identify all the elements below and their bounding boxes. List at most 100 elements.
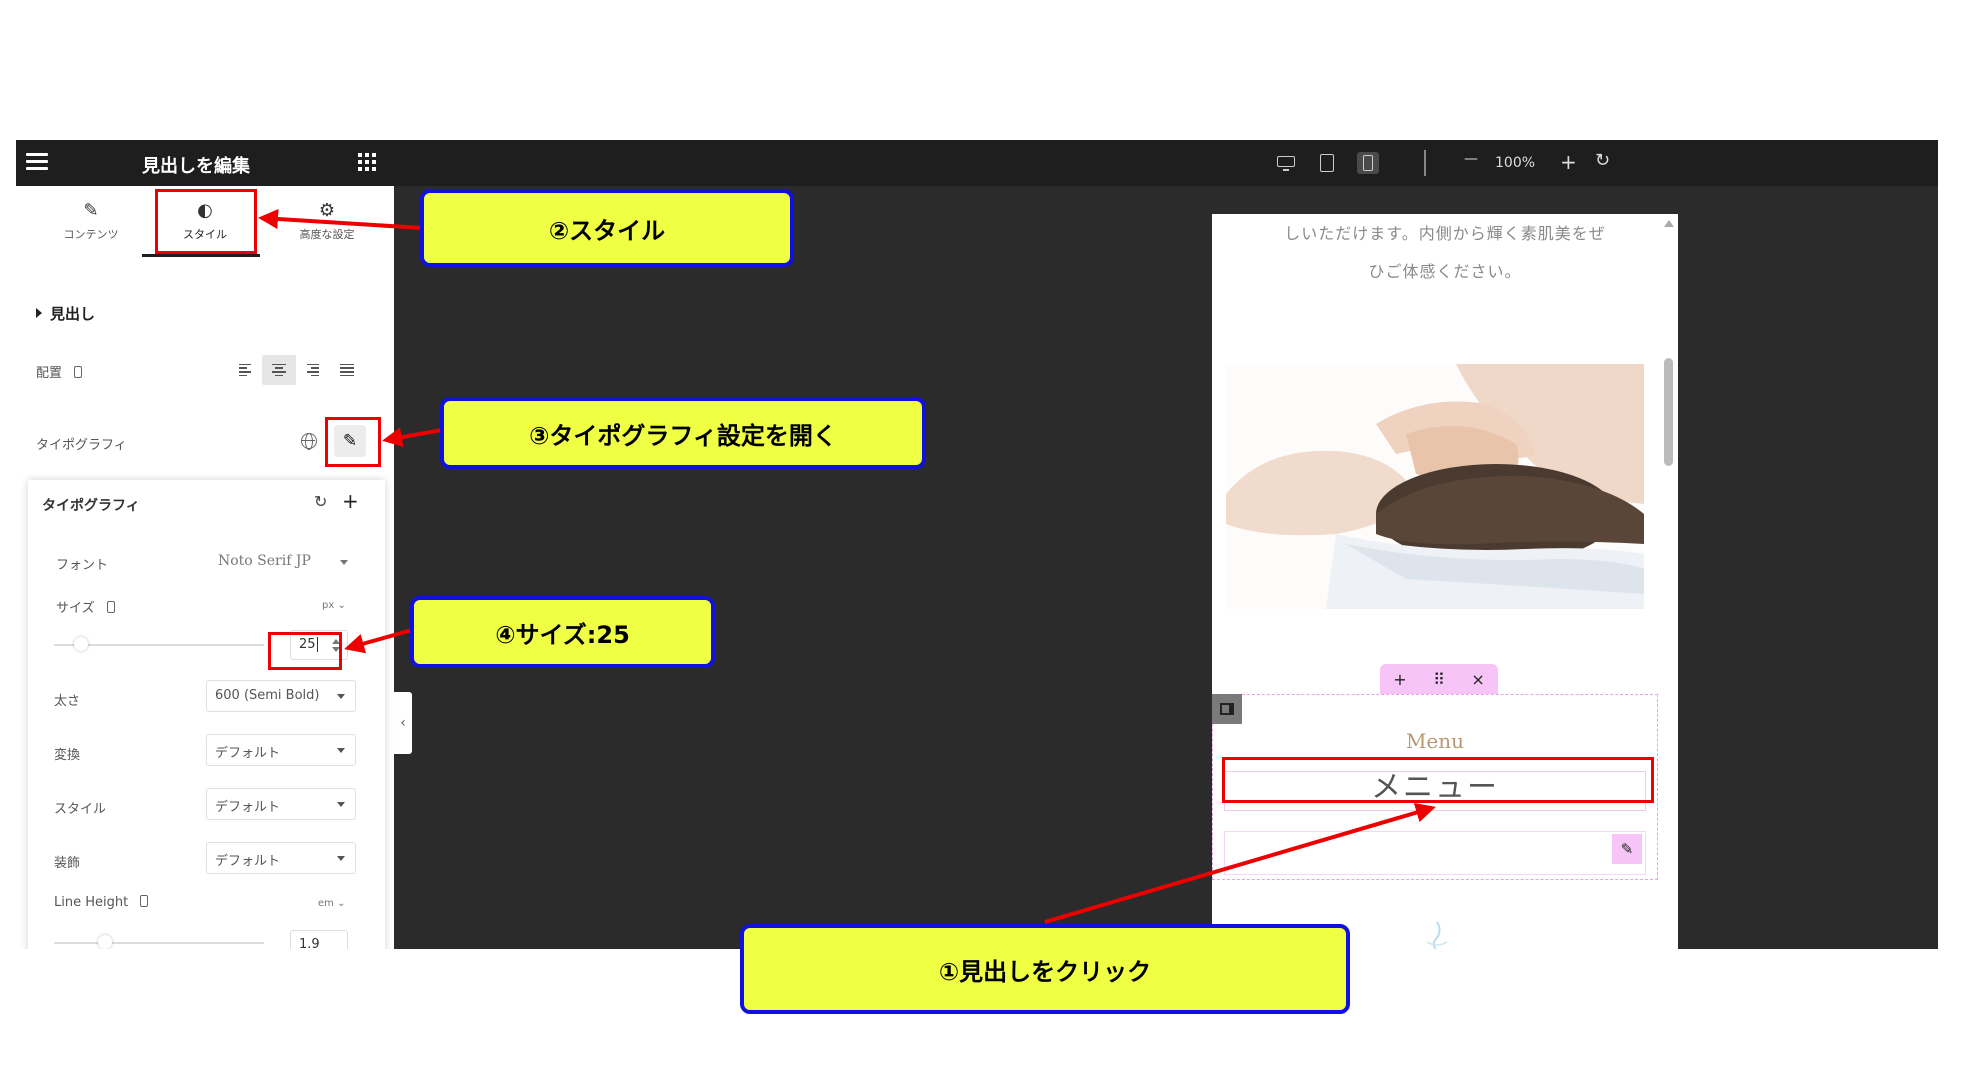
chevron-down-icon xyxy=(337,748,345,753)
size-unit-label: px xyxy=(322,600,335,611)
body-text-line-2: ひご体感ください。 xyxy=(1368,262,1522,281)
pencil-icon: ✎ xyxy=(83,200,99,221)
size-label: サイズ xyxy=(56,601,95,616)
preview-scrollbar[interactable] xyxy=(1664,358,1673,466)
desktop-view-button[interactable] xyxy=(1275,152,1297,174)
line-height-unit-label: em xyxy=(318,898,334,909)
decoration-label: 装飾 xyxy=(54,856,81,871)
body-text-line-1: しいただけます。内側から輝く素肌美をぜ xyxy=(1284,224,1606,243)
highlight-style-tab xyxy=(155,189,257,254)
decoration-value: デフォルト xyxy=(215,854,281,869)
line-height-slider-handle[interactable] xyxy=(98,935,112,949)
align-right-button[interactable] xyxy=(296,355,330,385)
mobile-preview: しいただけます。内側から輝く素肌美をぜ ひご体感ください。 + ⠿ × Menu… xyxy=(1212,214,1678,949)
add-icon[interactable]: + xyxy=(342,489,359,513)
chevron-down-icon xyxy=(337,802,345,807)
menu-subtitle[interactable]: Menu xyxy=(1212,729,1658,753)
globe-icon[interactable] xyxy=(301,433,317,450)
widget-outline xyxy=(1224,831,1646,875)
mobile-device-icon[interactable] xyxy=(140,895,149,907)
mobile-device-icon[interactable] xyxy=(106,601,115,613)
drag-handle-icon[interactable]: ⠿ xyxy=(1433,670,1445,689)
reset-icon[interactable]: ↻ xyxy=(314,492,327,511)
chevron-left-icon: ‹ xyxy=(400,715,406,731)
transform-label: 変換 xyxy=(54,748,81,763)
tab-content[interactable]: ✎ コンテンツ xyxy=(36,200,146,250)
callout-step-4: ④サイズ:25 xyxy=(410,596,715,668)
desktop-icon xyxy=(1277,156,1295,167)
widget-edit-button[interactable]: ✎ xyxy=(1612,834,1642,864)
callout-step-2: ②スタイル xyxy=(420,189,794,267)
style-select[interactable]: デフォルト xyxy=(206,788,356,820)
highlight-size-input xyxy=(268,632,342,670)
decoration-select[interactable]: デフォルト xyxy=(206,842,356,874)
zoom-in-button[interactable]: + xyxy=(1560,150,1577,174)
chevron-down-icon xyxy=(340,560,348,565)
tablet-icon xyxy=(1320,154,1334,172)
panel-header: 見出しを編集 xyxy=(16,140,394,186)
alignment-label: 配置 xyxy=(36,366,63,381)
alignment-control xyxy=(228,355,366,385)
line-height-label: Line Height xyxy=(54,895,129,910)
font-label: フォント xyxy=(56,558,109,573)
tab-content-label: コンテンツ xyxy=(63,228,119,241)
massage-photo[interactable] xyxy=(1226,364,1644,609)
tablet-view-button[interactable] xyxy=(1316,152,1338,174)
panel-title: 見出しを編集 xyxy=(142,156,250,177)
highlight-typography-edit xyxy=(325,417,381,467)
pencil-icon: ✎ xyxy=(1620,840,1634,858)
hamburger-menu-icon[interactable] xyxy=(26,153,48,171)
column-handle-icon[interactable] xyxy=(1212,694,1242,724)
transform-value: デフォルト xyxy=(215,746,281,761)
line-height-row: Line Height xyxy=(54,895,149,910)
align-justify-button[interactable] xyxy=(330,355,364,385)
chevron-down-icon xyxy=(337,694,345,699)
transform-select[interactable]: デフォルト xyxy=(206,734,356,766)
edit-panel: 見出しを編集 ✎ コンテンツ ◐ スタイル ⚙ 高度な設定 見出し 配置 タイポ… xyxy=(16,140,394,949)
tab-advanced-label: 高度な設定 xyxy=(299,228,355,241)
weight-label: 太さ xyxy=(54,694,81,709)
style-value: デフォルト xyxy=(215,800,281,815)
zoom-level: 100% xyxy=(1495,155,1536,171)
section-heading[interactable]: 見出し xyxy=(36,303,95,324)
mobile-icon xyxy=(1363,155,1373,171)
section-heading-label: 見出し xyxy=(50,305,96,323)
size-slider-handle[interactable] xyxy=(74,637,88,651)
typography-label: タイポグラフィ xyxy=(36,438,127,453)
line-height-input[interactable]: 1.9 xyxy=(290,930,348,949)
typography-popover: タイポグラフィ ↻ + フォント Noto Serif JP サイズ px ⌄ … xyxy=(28,480,385,949)
style-label: スタイル xyxy=(54,802,107,817)
size-row: サイズ xyxy=(56,597,115,616)
size-unit-select[interactable]: px ⌄ xyxy=(322,600,346,611)
add-section-icon[interactable]: + xyxy=(1393,670,1406,689)
reset-zoom-icon[interactable]: ↻ xyxy=(1595,150,1610,171)
decorative-flourish-icon xyxy=(1426,921,1448,949)
align-left-button[interactable] xyxy=(228,355,262,385)
active-tab-indicator xyxy=(142,254,260,257)
callout-step-3: ③タイポグラフィ設定を開く xyxy=(440,397,926,469)
scroll-up-arrow-icon[interactable] xyxy=(1664,220,1674,227)
elementor-editor: 見出しを編集 ✎ コンテンツ ◐ スタイル ⚙ 高度な設定 見出し 配置 タイポ… xyxy=(16,140,1938,949)
delete-section-icon[interactable]: × xyxy=(1471,670,1484,689)
caret-right-icon xyxy=(36,308,42,318)
gear-icon: ⚙ xyxy=(318,200,336,221)
popover-title: タイポグラフィ xyxy=(42,498,140,514)
chevron-down-icon xyxy=(337,856,345,861)
tab-advanced[interactable]: ⚙ 高度な設定 xyxy=(272,200,382,250)
section-handle-bar: + ⠿ × xyxy=(1380,664,1498,694)
mobile-view-button[interactable] xyxy=(1357,152,1379,174)
mobile-device-icon[interactable] xyxy=(74,366,83,378)
weight-value: 600 (Semi Bold) xyxy=(215,688,320,703)
line-height-slider[interactable] xyxy=(54,942,264,944)
collapse-panel-handle[interactable]: ‹ xyxy=(394,692,412,754)
line-height-unit-select[interactable]: em ⌄ xyxy=(318,898,345,909)
font-select[interactable]: Noto Serif JP xyxy=(218,553,311,569)
widgets-grid-icon[interactable] xyxy=(358,153,376,171)
callout-step-1: ①見出しをクリック xyxy=(740,924,1350,1014)
line-height-input-value: 1.9 xyxy=(299,937,320,949)
zoom-out-button[interactable]: — xyxy=(1464,151,1478,167)
editor-topbar: — 100% + ↻ xyxy=(394,140,1938,186)
align-center-button[interactable] xyxy=(262,355,296,385)
toolbar-divider xyxy=(1424,150,1426,176)
weight-select[interactable]: 600 (Semi Bold) xyxy=(206,680,356,712)
